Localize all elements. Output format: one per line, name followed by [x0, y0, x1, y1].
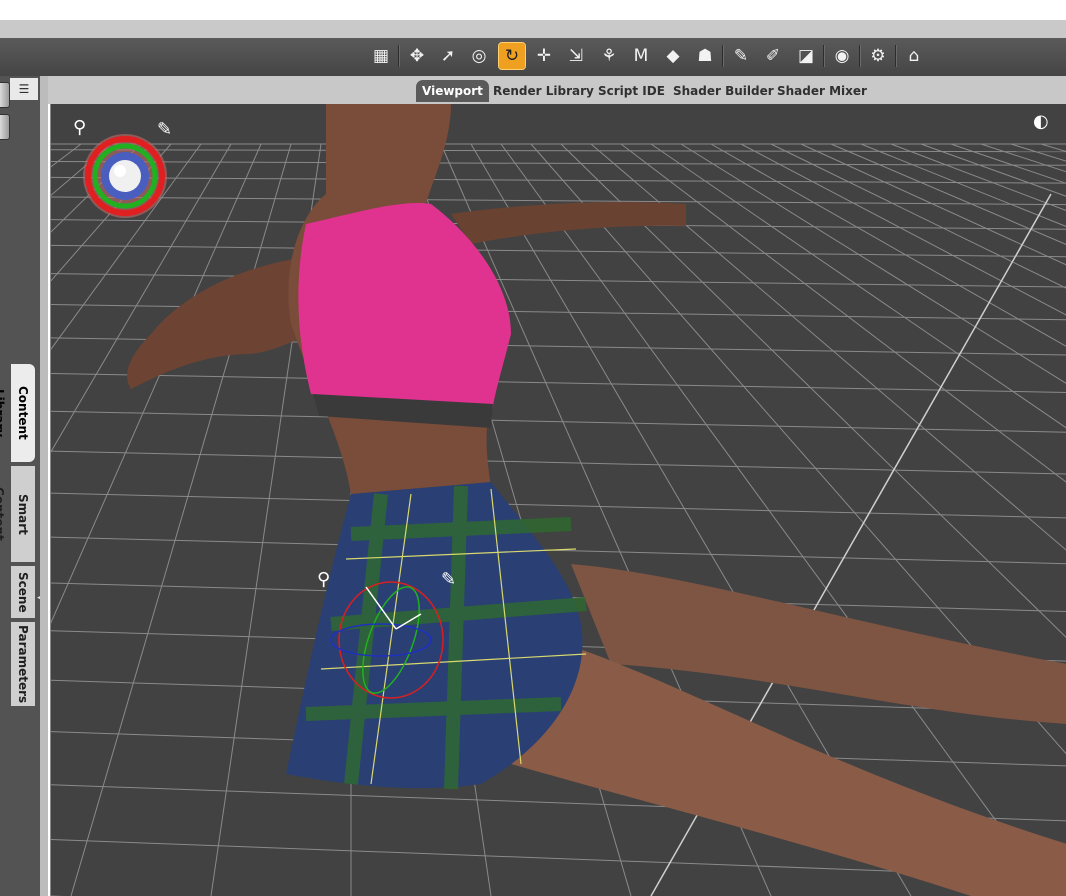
- rotate-tool-icon[interactable]: ↻: [498, 42, 526, 70]
- tab-bar: Viewport Render Library Script IDE Shade…: [48, 76, 1066, 104]
- shader-brush-icon[interactable]: ◪: [793, 43, 819, 69]
- grid-line: [51, 143, 172, 282]
- grid-line: [51, 143, 202, 350]
- joint-editor-icon[interactable]: ⚘: [596, 43, 622, 69]
- tab-render-library[interactable]: Render Library: [487, 80, 600, 102]
- toolbar-separator: [398, 45, 400, 67]
- side-tab-scene[interactable]: Scene: [11, 566, 35, 618]
- grid-line: [51, 410, 1066, 433]
- pane-toggle-button[interactable]: [0, 114, 10, 140]
- side-tab-smart-content[interactable]: Smart Content: [0, 466, 35, 562]
- grid-line: [51, 492, 1066, 519]
- view-orientation-widget[interactable]: [83, 134, 167, 218]
- tab-script-ide[interactable]: Script IDE: [592, 80, 671, 102]
- pane-menu-icon[interactable]: ☰: [10, 78, 38, 100]
- 3d-viewport[interactable]: ⚲ ✎ ⚲ ✎ ◐: [50, 104, 1066, 896]
- grid-line: [51, 536, 1066, 565]
- grid-line: [51, 143, 232, 453]
- tab-shader-mixer[interactable]: Shader Mixer: [771, 80, 873, 102]
- spot-render-tool-icon[interactable]: ✎: [728, 43, 754, 69]
- side-tab-parameters[interactable]: Parameters: [11, 622, 35, 706]
- toolbar-separator: [722, 45, 724, 67]
- grid-line: [51, 143, 262, 624]
- figure-arm-right: [451, 202, 686, 244]
- active-pose-tool-icon[interactable]: ◆: [660, 43, 686, 69]
- grid-line: [70, 143, 292, 896]
- grid-line: [51, 450, 1066, 475]
- pane-toggle-button[interactable]: [0, 82, 10, 108]
- surface-selection-icon[interactable]: ◎: [466, 43, 492, 69]
- toolbar-separator: [859, 45, 861, 67]
- figure-select-icon[interactable]: ⚲: [317, 570, 330, 590]
- pin-icon[interactable]: ✎: [441, 570, 456, 590]
- tab-shader-builder[interactable]: Shader Builder: [667, 80, 780, 102]
- grid-line: [51, 176, 1066, 184]
- tab-viewport[interactable]: Viewport: [416, 80, 489, 102]
- figure-tool-icon[interactable]: ☗: [692, 43, 718, 69]
- grid-line: [51, 143, 82, 168]
- grid-line: [51, 196, 1066, 206]
- grid-line: [51, 143, 112, 196]
- universal-tool-icon[interactable]: ✥: [404, 43, 430, 69]
- window-title-bar: [0, 20, 1066, 38]
- brush-tool-icon[interactable]: ✐: [760, 43, 786, 69]
- grid-line: [51, 149, 1066, 153]
- main-toolbar: ▦ ✥ ➚ ◎ ↻ ✛ ⇲ ⚘ Ⅿ ◆ ☗ ✎ ✐ ◪ ◉ ⚙ ⌂: [0, 38, 1066, 76]
- node-selection-icon[interactable]: ▦: [368, 43, 394, 69]
- figure-select-icon[interactable]: ⚲: [73, 118, 86, 138]
- side-tab-content-library[interactable]: Content Library: [0, 364, 35, 462]
- settings-pointer-icon[interactable]: ⚙: [865, 43, 891, 69]
- viewport-style-icon[interactable]: ◐: [1033, 112, 1049, 132]
- pin-icon[interactable]: ✎: [157, 120, 172, 140]
- camera-tool-icon[interactable]: ◉: [829, 43, 855, 69]
- grid-line: [51, 244, 1066, 258]
- toolbar-separator: [823, 45, 825, 67]
- grid-line: [51, 372, 1066, 393]
- geometry-editor-icon[interactable]: Ⅿ: [628, 43, 654, 69]
- render-camera-icon[interactable]: ⌂: [901, 43, 927, 69]
- translate-tool-icon[interactable]: ✛: [531, 43, 557, 69]
- pane-divider[interactable]: [40, 76, 48, 896]
- viewport-scene[interactable]: [51, 104, 1066, 896]
- left-pane-strip: ☰ Content Library Smart Content Scene Pa…: [0, 76, 44, 896]
- pointer-tool-icon[interactable]: ➚: [435, 43, 461, 69]
- scale-tool-icon[interactable]: ⇲: [563, 43, 589, 69]
- toolbar-separator: [895, 45, 897, 67]
